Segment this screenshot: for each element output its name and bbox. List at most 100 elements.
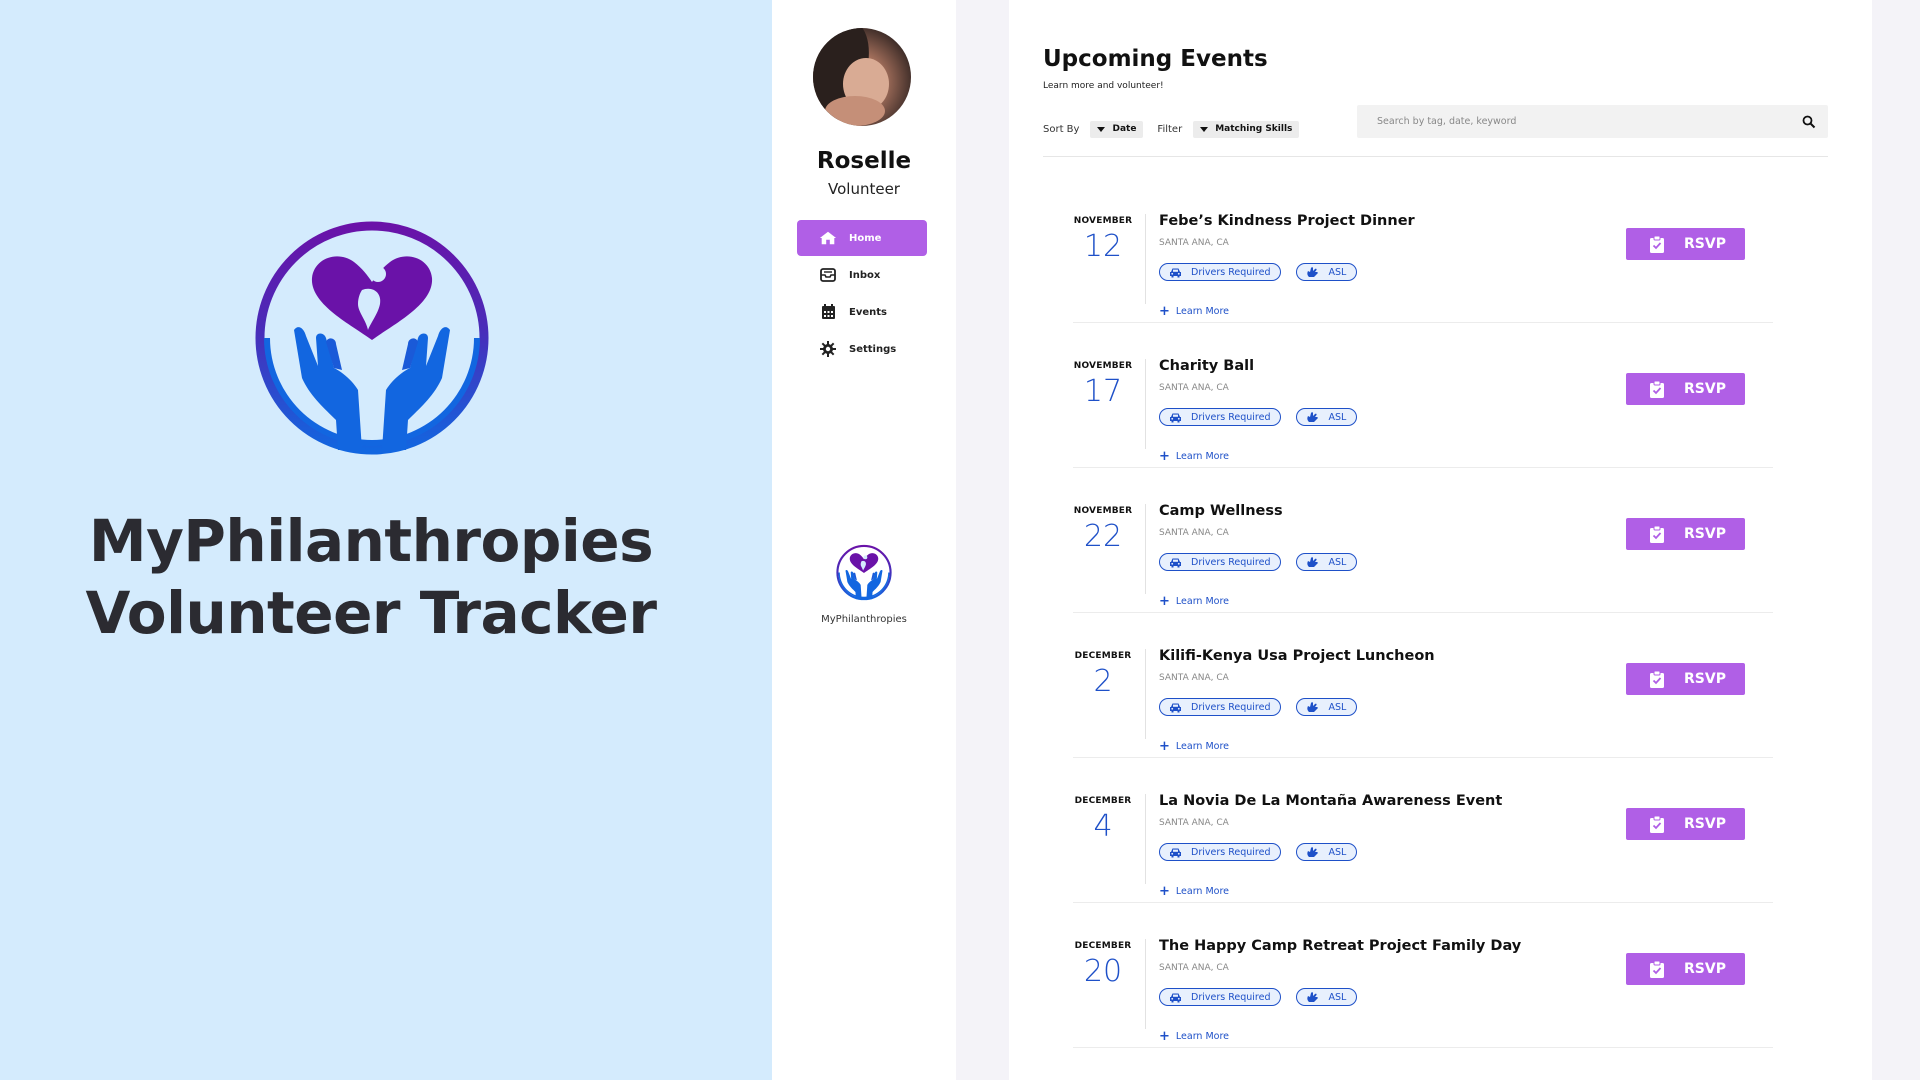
event-title[interactable]: Camp Wellness (1159, 503, 1283, 519)
event-tags: Drivers Required ASL (1159, 843, 1372, 861)
brand-title-line-2: Volunteer Tracker (85, 579, 658, 647)
caret-down-icon (1200, 126, 1209, 132)
event-card: NOVEMBER 22 Camp Wellness SANTA ANA, CA … (1073, 468, 1773, 613)
event-tags: Drivers Required ASL (1159, 988, 1372, 1006)
filter-dropdown[interactable]: Matching Skills (1193, 120, 1300, 138)
sidebar-item-label: Home (849, 232, 882, 244)
event-tags: Drivers Required ASL (1159, 553, 1372, 571)
tag-drivers-required[interactable]: Drivers Required (1159, 843, 1282, 861)
event-month: NOVEMBER (1073, 506, 1133, 516)
event-location: SANTA ANA, CA (1159, 383, 1229, 393)
event-card: NOVEMBER 17 Charity Ball SANTA ANA, CA D… (1073, 323, 1773, 468)
event-month: NOVEMBER (1073, 361, 1133, 371)
sign-language-icon (1307, 411, 1319, 422)
sidebar-nav: Home Inbox Events Settings (797, 220, 927, 368)
sidebar-item-events[interactable]: Events (797, 294, 927, 330)
learn-more-label: Learn More (1175, 596, 1230, 607)
event-day: 20 (1083, 954, 1123, 989)
event-title[interactable]: Kilifi-Kenya Usa Project Luncheon (1159, 648, 1435, 664)
car-icon (1170, 848, 1181, 857)
learn-more-label: Learn More (1175, 306, 1230, 317)
rsvp-label: RSVP (1684, 381, 1726, 397)
tag-asl[interactable]: ASL (1296, 988, 1358, 1006)
tag-drivers-required[interactable]: Drivers Required (1159, 698, 1282, 716)
tag-label: Drivers Required (1191, 846, 1271, 858)
learn-more-link[interactable]: + Learn More (1159, 1028, 1229, 1044)
sidebar-item-label: Events (849, 306, 887, 318)
event-day: 12 (1083, 229, 1123, 264)
event-location: SANTA ANA, CA (1159, 818, 1229, 828)
event-month: DECEMBER (1074, 941, 1132, 951)
event-title[interactable]: Charity Ball (1159, 358, 1254, 374)
tag-label: Drivers Required (1191, 701, 1271, 713)
plus-icon: + (1159, 1028, 1170, 1044)
rsvp-button[interactable]: RSVP (1626, 663, 1745, 695)
sidebar-logo-label: MyPhilanthropies (821, 614, 907, 625)
search-input[interactable] (1357, 105, 1787, 138)
sidebar-item-label: Inbox (849, 269, 881, 281)
sidebar-item-inbox[interactable]: Inbox (797, 257, 927, 293)
learn-more-label: Learn More (1175, 451, 1230, 462)
sort-dropdown[interactable]: Date (1090, 120, 1144, 138)
plus-icon: + (1159, 883, 1170, 899)
avatar[interactable] (813, 28, 911, 126)
tag-asl[interactable]: ASL (1296, 843, 1358, 861)
plus-icon: + (1159, 448, 1170, 464)
tag-label: ASL (1328, 411, 1347, 423)
tag-asl[interactable]: ASL (1296, 698, 1358, 716)
car-icon (1170, 558, 1181, 567)
search-icon[interactable] (1802, 115, 1816, 129)
event-card: DECEMBER 20 The Happy Camp Retreat Proje… (1073, 903, 1773, 1048)
event-title[interactable]: Febe’s Kindness Project Dinner (1159, 213, 1415, 229)
clipboard-check-icon (1650, 960, 1664, 978)
rsvp-button[interactable]: RSVP (1626, 953, 1745, 985)
gear-icon (819, 340, 837, 358)
event-separator (1145, 794, 1146, 884)
tag-label: ASL (1328, 991, 1347, 1003)
clipboard-check-icon (1650, 670, 1664, 688)
clipboard-check-icon (1650, 380, 1664, 398)
tag-asl[interactable]: ASL (1296, 263, 1358, 281)
tag-label: ASL (1328, 701, 1347, 713)
event-day: 2 (1093, 664, 1113, 699)
event-day: 4 (1093, 809, 1113, 844)
event-card: NOVEMBER 12 Febe’s Kindness Project Dinn… (1073, 178, 1773, 323)
event-separator (1145, 649, 1146, 739)
myphilanthropies-logo-icon (254, 220, 490, 460)
myphilanthropies-logo-icon (836, 544, 892, 602)
event-card: DECEMBER 2 Kilifi-Kenya Usa Project Lunc… (1073, 613, 1773, 758)
learn-more-link[interactable]: + Learn More (1159, 883, 1229, 899)
rsvp-label: RSVP (1684, 816, 1726, 832)
tag-label: ASL (1328, 556, 1347, 568)
rsvp-button[interactable]: RSVP (1626, 373, 1745, 405)
tag-asl[interactable]: ASL (1296, 553, 1358, 571)
event-title[interactable]: La Novia De La Montaña Awareness Event (1159, 793, 1502, 809)
learn-more-link[interactable]: + Learn More (1159, 595, 1230, 608)
sidebar-item-settings[interactable]: Settings (797, 331, 927, 367)
learn-more-link[interactable]: + Learn More (1159, 448, 1230, 464)
tag-drivers-required[interactable]: Drivers Required (1159, 263, 1282, 281)
brand-title-line-1: MyPhilanthropies (88, 507, 654, 575)
learn-more-link[interactable]: + Learn More (1159, 740, 1229, 753)
rsvp-button[interactable]: RSVP (1626, 808, 1745, 840)
user-role: Volunteer (828, 180, 900, 198)
tag-drivers-required[interactable]: Drivers Required (1159, 408, 1282, 426)
rsvp-button[interactable]: RSVP (1626, 228, 1745, 260)
event-title[interactable]: The Happy Camp Retreat Project Family Da… (1159, 938, 1521, 954)
sidebar-item-label: Settings (849, 343, 897, 355)
rsvp-button[interactable]: RSVP (1626, 518, 1745, 550)
event-tags: Drivers Required ASL (1159, 698, 1372, 716)
tag-drivers-required[interactable]: Drivers Required (1159, 553, 1282, 571)
car-icon (1170, 268, 1181, 277)
tag-asl[interactable]: ASL (1296, 408, 1358, 426)
tag-drivers-required[interactable]: Drivers Required (1159, 988, 1282, 1006)
learn-more-link[interactable]: + Learn More (1159, 305, 1230, 318)
sidebar-item-home[interactable]: Home (797, 220, 927, 256)
rsvp-label: RSVP (1684, 236, 1726, 252)
filter-label: Filter (1157, 123, 1183, 135)
page-title: Upcoming Events (1043, 46, 1268, 72)
event-month: DECEMBER (1074, 651, 1132, 661)
sign-language-icon (1307, 846, 1319, 857)
clipboard-check-icon (1650, 235, 1664, 253)
rsvp-label: RSVP (1684, 526, 1726, 542)
